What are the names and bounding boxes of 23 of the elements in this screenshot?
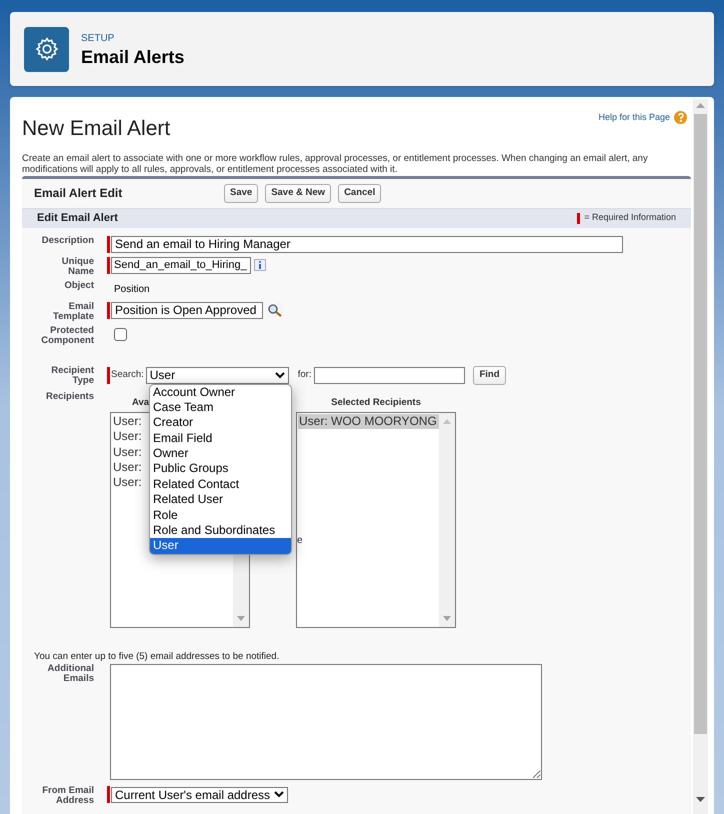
field-label: Email Template	[52, 302, 94, 322]
available-heading: Ava	[132, 396, 150, 410]
field-label: Protected Component	[40, 326, 94, 346]
search-label: Search:	[111, 368, 144, 382]
field-label: Unique Name	[60, 256, 94, 276]
page-description: Create an email alert to associate with one or more workflow rules, approval processes, or entitlement processes. When changing an email alert, any modifications will apply to all rules, approvals, or entitlement processes associated with it.	[22, 152, 649, 174]
additional-emails-note: You can enter up to five (5) email addresses to be notified.	[34, 650, 280, 664]
field-label: From Email Address	[41, 786, 94, 806]
page-header-title: Email Alerts	[81, 46, 184, 68]
form-title: Email Alert Edit	[34, 185, 124, 202]
for-label: for:	[298, 368, 312, 382]
selected-heading: Selected Recipients	[331, 396, 421, 410]
field-label: Object	[63, 280, 94, 290]
field-label: Additional Emails	[46, 664, 94, 684]
object-value: Position	[114, 282, 150, 296]
field-label: Description	[40, 236, 94, 246]
field-label: Recipient Type	[50, 366, 94, 386]
field-label: Recipients	[44, 392, 94, 402]
page-title: New Email Alert	[22, 116, 170, 142]
section-title: Edit Email Alert	[37, 210, 118, 226]
button-fragment: e	[297, 534, 303, 548]
breadcrumb: SETUP	[81, 32, 116, 46]
required-legend: = Required Information	[584, 211, 676, 225]
